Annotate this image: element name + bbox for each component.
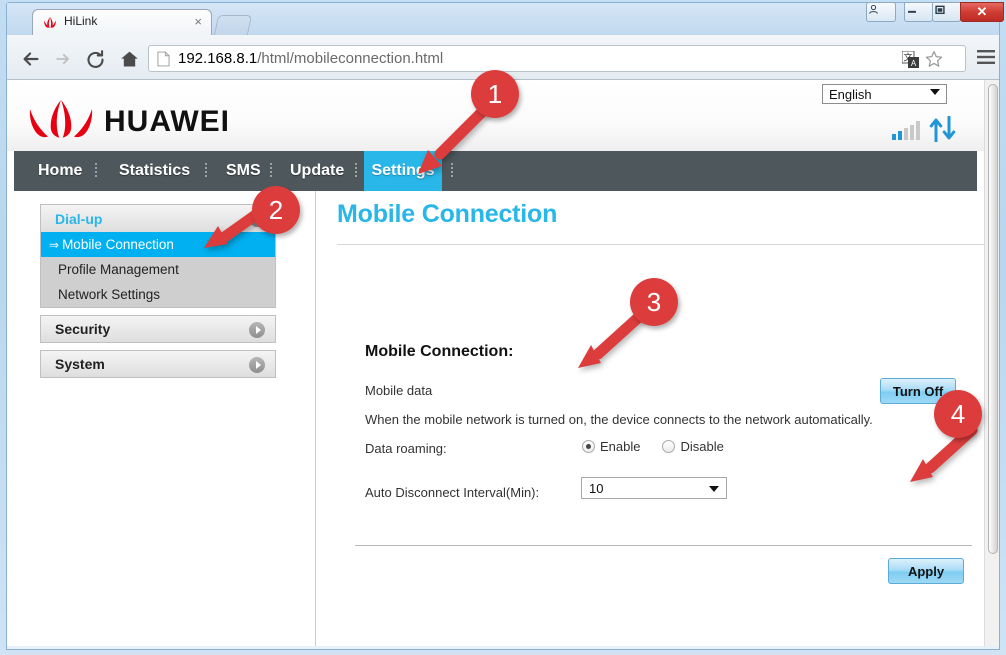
browser-menu-icon[interactable] bbox=[977, 49, 995, 65]
browser-tab[interactable]: HiLink × bbox=[32, 9, 212, 35]
language-select-value: English bbox=[829, 87, 872, 102]
auto-disconnect-interval-select[interactable]: 10 bbox=[581, 477, 727, 499]
user-icon bbox=[869, 4, 878, 14]
chevron-down-icon bbox=[930, 89, 940, 95]
reload-button[interactable] bbox=[83, 47, 107, 71]
signal-bars-icon bbox=[892, 121, 920, 140]
arrow-right-icon: ⇒ bbox=[49, 237, 60, 252]
data-roaming-enable-option[interactable]: Enable bbox=[582, 439, 640, 454]
sidebar-item-network-settings[interactable]: Network Settings bbox=[41, 282, 275, 307]
annotation-badge-3: 3 bbox=[630, 278, 678, 326]
translate-icon[interactable]: 文 A bbox=[902, 51, 919, 68]
data-roaming-enable-label: Enable bbox=[600, 439, 641, 454]
svg-text:A: A bbox=[911, 59, 917, 68]
sidebar-group-label: Dial-up bbox=[55, 210, 103, 227]
page-document-icon bbox=[157, 51, 170, 67]
minimize-icon bbox=[908, 10, 916, 13]
address-bar-url: 192.168.8.1/html/mobileconnection.html bbox=[178, 50, 443, 67]
section-title: Mobile Connection: bbox=[365, 343, 514, 360]
interval-select-value: 10 bbox=[589, 481, 604, 496]
page-viewport: HUAWEI English Home Statistics SMS Updat… bbox=[7, 80, 999, 646]
data-roaming-radio-group: Enable Disable bbox=[582, 439, 746, 454]
description-text: When the mobile network is turned on, th… bbox=[365, 412, 873, 427]
new-tab-button[interactable] bbox=[213, 15, 253, 35]
scrollbar-thumb[interactable] bbox=[988, 84, 998, 554]
form-divider bbox=[355, 545, 972, 546]
nav-item-update[interactable]: Update bbox=[278, 151, 356, 191]
minimize-button[interactable] bbox=[904, 2, 933, 22]
huawei-logo-icon bbox=[29, 100, 93, 138]
browser-tab-strip: HiLink × bbox=[7, 3, 999, 35]
chevron-right-icon bbox=[249, 357, 265, 373]
annotation-arrow-3 bbox=[578, 310, 646, 368]
data-roaming-disable-radio[interactable] bbox=[662, 440, 676, 453]
sidebar-group-label: System bbox=[55, 356, 105, 372]
apply-button[interactable]: Apply bbox=[888, 558, 964, 584]
data-roaming-disable-option[interactable]: Disable bbox=[662, 439, 724, 454]
annotation-badge-2: 2 bbox=[252, 186, 300, 234]
up-down-arrows-icon bbox=[929, 116, 956, 142]
nav-separator bbox=[270, 163, 272, 179]
language-select[interactable]: English bbox=[822, 84, 947, 104]
maximize-icon bbox=[935, 5, 945, 15]
chevron-down-icon bbox=[709, 486, 719, 492]
sidebar-item-label: Mobile Connection bbox=[62, 237, 174, 252]
sidebar-item-profile-management[interactable]: Profile Management bbox=[41, 257, 275, 282]
page-scrollbar[interactable] bbox=[984, 80, 999, 646]
url-host: 192.168.8.1 bbox=[178, 50, 258, 67]
title-divider bbox=[337, 244, 985, 245]
main-content: Mobile Connection Mobile Connection: Mob… bbox=[337, 200, 985, 584]
url-path: /html/mobileconnection.html bbox=[257, 50, 444, 67]
sidebar-group-security[interactable]: Security bbox=[40, 315, 276, 343]
tab-title: HiLink bbox=[64, 14, 98, 28]
user-profile-button[interactable] bbox=[866, 2, 896, 22]
sidebar-group-label: Security bbox=[55, 321, 111, 337]
mobile-data-label: Mobile data bbox=[365, 383, 433, 398]
page-title: Mobile Connection bbox=[337, 200, 558, 228]
nav-item-home[interactable]: Home bbox=[26, 151, 94, 191]
close-icon: ✕ bbox=[976, 4, 988, 19]
forward-arrow-icon bbox=[56, 53, 69, 65]
data-roaming-disable-label: Disable bbox=[680, 439, 724, 454]
sidebar-group-system[interactable]: System bbox=[40, 350, 276, 378]
sidebar-item-label: Profile Management bbox=[58, 262, 179, 277]
sidebar-item-label: Network Settings bbox=[58, 287, 161, 302]
annotation-badge-4: 4 bbox=[934, 390, 982, 438]
huawei-wordmark: HUAWEI bbox=[104, 105, 230, 138]
nav-separator bbox=[95, 163, 97, 179]
os-window-frame: HiLink × ✕ 192.168.8.1/html/mobileconnec… bbox=[0, 0, 1006, 655]
nav-separator bbox=[205, 163, 207, 179]
close-window-button[interactable]: ✕ bbox=[960, 2, 1004, 22]
back-button[interactable] bbox=[19, 47, 43, 71]
data-roaming-enable-radio[interactable] bbox=[582, 440, 595, 453]
address-bar[interactable]: 192.168.8.1/html/mobileconnection.html 文… bbox=[148, 45, 966, 72]
bookmark-star-icon[interactable] bbox=[925, 50, 943, 68]
nav-separator bbox=[355, 163, 357, 179]
home-button[interactable] bbox=[117, 47, 141, 71]
column-divider bbox=[315, 191, 316, 646]
forward-button[interactable] bbox=[51, 47, 75, 71]
auto-disconnect-interval-label: Auto Disconnect Interval(Min): bbox=[365, 485, 540, 500]
reload-icon bbox=[87, 49, 104, 68]
annotation-badge-1: 1 bbox=[471, 70, 519, 118]
nav-item-statistics[interactable]: Statistics bbox=[107, 151, 202, 191]
tab-close-icon[interactable]: × bbox=[194, 14, 202, 30]
data-roaming-label: Data roaming: bbox=[365, 441, 447, 456]
maximize-button[interactable] bbox=[932, 2, 961, 22]
back-arrow-icon bbox=[23, 52, 39, 66]
nav-item-sms[interactable]: SMS bbox=[214, 151, 273, 191]
chevron-right-icon bbox=[249, 322, 265, 338]
home-icon bbox=[120, 51, 138, 66]
huawei-favicon-icon bbox=[44, 17, 56, 28]
